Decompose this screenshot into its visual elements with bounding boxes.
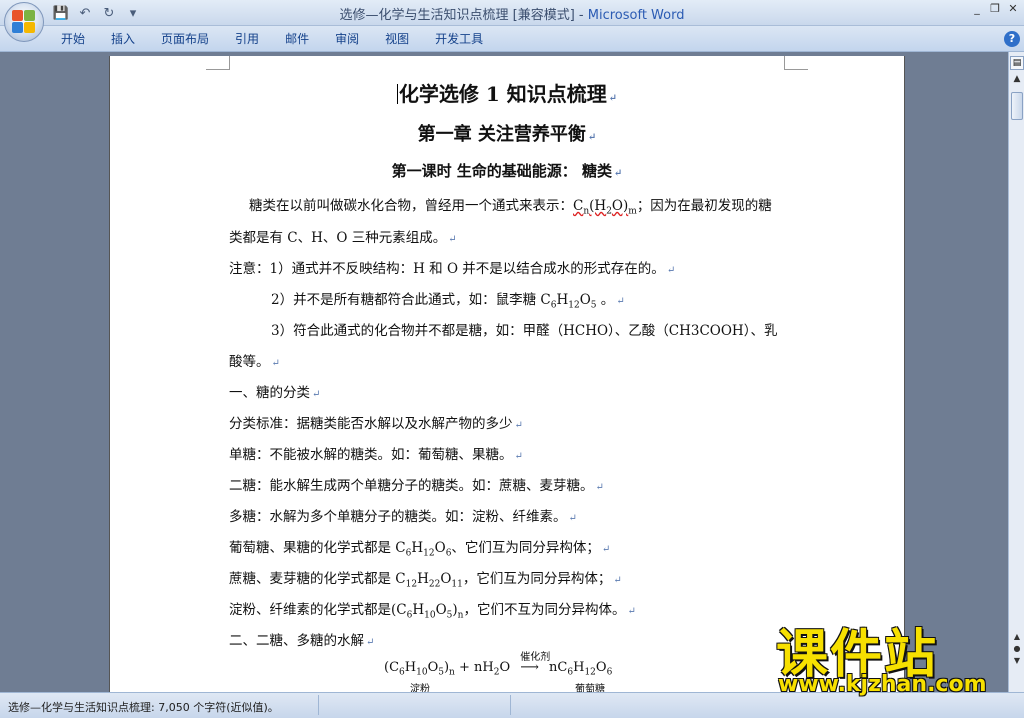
margin-corner-top-left [206, 56, 230, 70]
lesson-heading: 第一课时 生命的基础能源： 糖类 ↵ [391, 162, 623, 180]
view-ruler-icon[interactable]: ▤ [1010, 56, 1024, 70]
doc-title: 化学选修 1 知识点梳理 ↵ [396, 82, 618, 106]
office-button[interactable] [4, 2, 44, 42]
window-controls: _ ❐ ✕ [970, 2, 1020, 16]
hydrolysis-equation: (C6H10O5)n + nH2O 催化剂 ⟶ nC6H12O6 [384, 652, 613, 678]
tab-page-layout[interactable]: 页面布局 [148, 30, 222, 48]
office-logo-icon [12, 10, 36, 34]
glucose-label: 葡萄糖 [575, 684, 605, 692]
window-title: 选修—化学与生活知识点梳理 [兼容模式] - Microsoft Word [0, 4, 1024, 23]
formula-general: Cn(H2O)m [573, 198, 637, 217]
starch-formula-line: 淀粉、纤维素的化学式都是(C6H10O5)n，它们不互为同分异构体。 ↵ [229, 602, 636, 621]
restore-button[interactable]: ❐ [988, 2, 1002, 16]
ribbon: 开始 插入 页面布局 引用 邮件 审阅 视图 开发工具 ? [0, 26, 1024, 52]
minimize-button[interactable]: _ [970, 2, 984, 16]
catalyst-label: 催化剂 [520, 652, 551, 663]
title-bar: 💾 ↶ ↻ ▾ 选修—化学与生活知识点梳理 [兼容模式] - Microsoft… [0, 0, 1024, 26]
tab-developer[interactable]: 开发工具 [422, 30, 496, 48]
note-2: 2）并不是所有糖都符合此通式，如：鼠李糖 C6H12O5 。 ↵ [271, 292, 625, 311]
section-hydrolysis: 二、二糖、多糖的水解 ↵ [229, 633, 375, 649]
margin-corner-top-right [784, 56, 808, 70]
text-cursor [396, 84, 398, 104]
formula-sucrose: C12H22O11 [395, 571, 463, 590]
formula-starch: (C6H10O5)n [391, 602, 464, 621]
tab-references[interactable]: 引用 [222, 30, 272, 48]
previous-page-icon[interactable]: ▲ [1010, 632, 1024, 642]
formula-glucose: C6H12O6 [395, 540, 452, 559]
starch-label: 淀粉 [410, 684, 430, 692]
status-divider [318, 695, 319, 715]
tab-home[interactable]: 开始 [48, 30, 98, 48]
app-name: Microsoft Word [587, 8, 685, 23]
note-3: 3）符合此通式的化合物并不都是糖，如：甲醛（HCHO）、乙酸（CH3COOH）、… [271, 323, 778, 339]
document-title: 选修—化学与生活知识点梳理 [兼容模式] - [339, 8, 588, 23]
tab-insert[interactable]: 插入 [98, 30, 148, 48]
word-count-status[interactable]: 选修—化学与生活知识点梳理: 7,050 个字符(近似值)。 [8, 699, 279, 715]
status-divider [510, 695, 511, 715]
watermark-url: www.kjzhan.com [778, 672, 987, 697]
tab-review[interactable]: 审阅 [322, 30, 372, 48]
document-page[interactable]: 化学选修 1 知识点梳理 ↵ 第一章 关注营养平衡 ↵ 第一课时 生命的基础能源： … [110, 56, 904, 692]
section-classification: 一、糖的分类 ↵ [229, 385, 321, 401]
glucose-formula-line: 葡萄糖、果糖的化学式都是 C6H12O6、它们互为同分异构体； ↵ [229, 540, 611, 559]
scroll-up-icon[interactable]: ▲ [1010, 74, 1024, 88]
classification-criteria: 分类标准：据糖类能否水解以及水解产物的多少 ↵ [229, 416, 523, 432]
note-1: 注意：1）通式并不反映结构：H 和 O 并不是以结合成水的形式存在的。 ↵ [229, 261, 676, 277]
equation-right: nC6H12O6 [549, 660, 613, 678]
note-3-line2: 酸等。 ↵ [229, 354, 280, 370]
tab-view[interactable]: 视图 [372, 30, 422, 48]
disaccharide-line: 二糖：能水解生成两个单糖分子的糖类。如：蔗糖、麦芽糖。 ↵ [229, 478, 604, 494]
watermark: 课件站 www.kjzhan.com [768, 612, 1008, 702]
browse-object-icon[interactable]: ● [1010, 644, 1024, 654]
chapter-heading: 第一章 关注营养平衡 ↵ [417, 124, 597, 145]
sucrose-formula-line: 蔗糖、麦芽糖的化学式都是 C12H22O11，它们互为同分异构体； ↵ [229, 571, 622, 590]
paragraph-intro: 糖类在以前叫做碳水化合物，曾经用一个通式来表示：Cn(H2O)m；因为在最初发现… [249, 198, 772, 217]
scroll-thumb[interactable] [1011, 92, 1023, 120]
monosaccharide-line: 单糖：不能被水解的糖类。如：葡萄糖、果糖。 ↵ [229, 447, 523, 463]
tab-mailings[interactable]: 邮件 [272, 30, 322, 48]
equation-left: (C6H10O5)n + nH2O [384, 660, 511, 678]
paragraph-intro-line2: 类都是有 C、H、O 三种元素组成。 ↵ [229, 230, 457, 246]
formula-rhamnose: C6H12O5 [540, 292, 597, 311]
document-workspace: 化学选修 1 知识点梳理 ↵ 第一章 关注营养平衡 ↵ 第一课时 生命的基础能源： … [0, 52, 1008, 692]
close-button[interactable]: ✕ [1006, 2, 1020, 16]
next-page-icon[interactable]: ▼ [1010, 656, 1024, 666]
equation-arrow: 催化剂 ⟶ [520, 652, 550, 675]
ribbon-tabs: 开始 插入 页面布局 引用 邮件 审阅 视图 开发工具 [48, 30, 496, 48]
vertical-scrollbar[interactable]: ▤ ▲ ▲ ● ▼ [1008, 52, 1024, 692]
help-icon[interactable]: ? [1004, 31, 1020, 47]
polysaccharide-line: 多糖：水解为多个单糖分子的糖类。如：淀粉、纤维素。 ↵ [229, 509, 577, 525]
